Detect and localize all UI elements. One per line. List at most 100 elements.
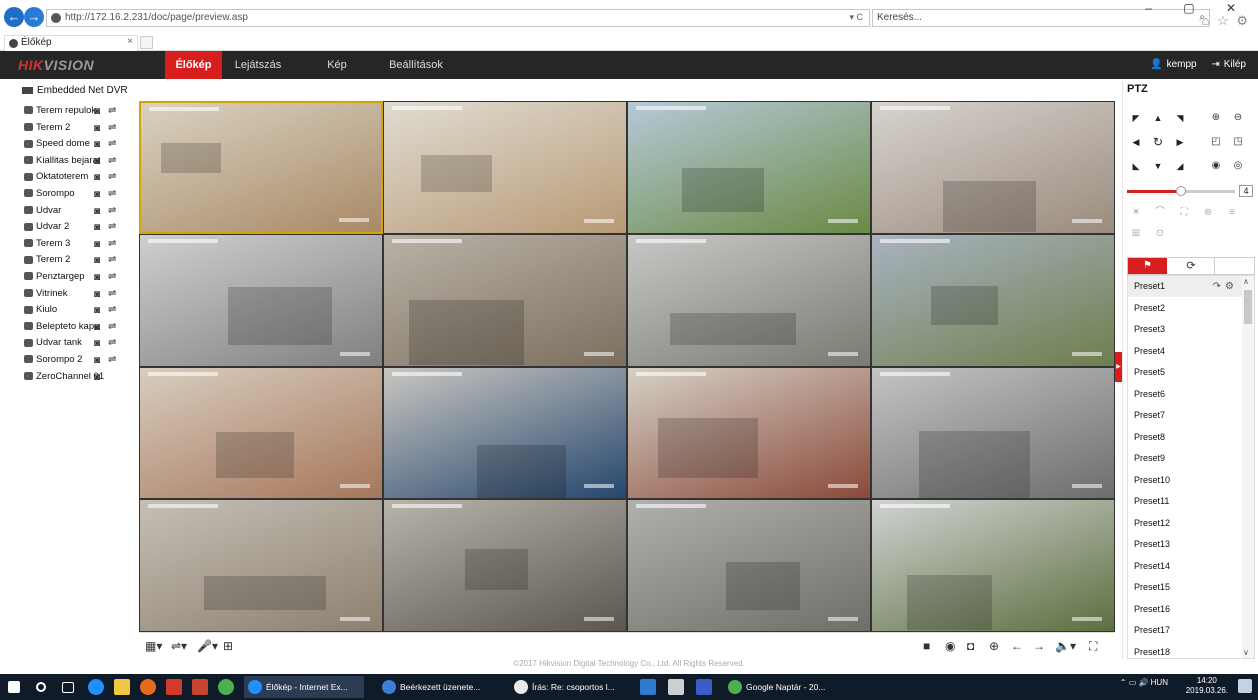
- preset-item[interactable]: Preset8: [1128, 427, 1242, 448]
- stop-all-icon[interactable]: ■: [923, 639, 930, 653]
- ptz-up-left-icon[interactable]: ◤: [1129, 111, 1143, 125]
- next-page-icon[interactable]: →: [1033, 639, 1045, 653]
- preset-item[interactable]: Preset13: [1128, 534, 1242, 555]
- video-tile[interactable]: [627, 366, 871, 500]
- camera-item[interactable]: Udvar tank ◙ ⇌: [24, 337, 116, 351]
- ptz-left-icon[interactable]: ◀: [1129, 135, 1143, 149]
- video-tile[interactable]: [383, 233, 627, 367]
- camera-item[interactable]: Terem repulok ◙ ⇌: [24, 105, 116, 119]
- ptz-speed-slider[interactable]: [1127, 186, 1235, 196]
- video-tile[interactable]: [627, 101, 871, 234]
- camera-item[interactable]: Udvar 2 ◙ ⇌: [24, 221, 116, 235]
- stream-icon[interactable]: ⇌: [108, 354, 116, 365]
- clock[interactable]: 14:20 2019.03.26.: [1186, 676, 1228, 696]
- menu-playback[interactable]: Lejátszás: [226, 51, 290, 79]
- app-icon-1[interactable]: [640, 679, 656, 695]
- preset-item[interactable]: Preset14: [1128, 556, 1242, 577]
- video-tile[interactable]: [627, 233, 871, 367]
- ptz-speed-handle[interactable]: [1176, 186, 1186, 196]
- record-icon[interactable]: ◙: [94, 355, 100, 366]
- tab-patrol-icon[interactable]: ⟳: [1168, 258, 1215, 274]
- refresh-icon[interactable]: ▾ C: [849, 12, 863, 23]
- stream-icon[interactable]: ⇌: [108, 205, 116, 216]
- preset-actions-icons[interactable]: ↷⚙: [1213, 276, 1238, 297]
- camera-item[interactable]: Penztargep ◙ ⇌: [24, 271, 116, 285]
- video-tile[interactable]: [871, 499, 1115, 632]
- menu-settings[interactable]: Beállítások: [380, 51, 452, 79]
- camera-item[interactable]: Vitrinek ◙ ⇌: [24, 288, 116, 302]
- record-icon[interactable]: ◙: [94, 272, 100, 283]
- stream-icon[interactable]: ⇌: [108, 238, 116, 249]
- camera-item[interactable]: Terem 2 ◙ ⇌: [24, 254, 116, 268]
- camera-item[interactable]: Kiulo ◙ ⇌: [24, 304, 116, 318]
- new-tab-button[interactable]: [140, 36, 153, 49]
- window-layout-icon[interactable]: ▦▾: [145, 639, 162, 653]
- record-icon[interactable]: ◙: [94, 172, 100, 183]
- explorer-icon[interactable]: [114, 679, 130, 695]
- previous-page-icon[interactable]: ←: [1011, 639, 1023, 653]
- fullscreen-icon[interactable]: ⛶: [1089, 639, 1097, 654]
- video-tile[interactable]: [383, 366, 627, 500]
- plugin-icon[interactable]: ⊞: [223, 639, 233, 653]
- preset-item[interactable]: Preset15: [1128, 577, 1242, 598]
- camera-item[interactable]: Speed dome ◙ ⇌: [24, 138, 116, 152]
- video-tile[interactable]: [383, 101, 627, 234]
- focus-far-icon[interactable]: ◳: [1231, 135, 1245, 149]
- video-tile[interactable]: [871, 233, 1115, 367]
- ptz-down-left-icon[interactable]: ◣: [1129, 159, 1143, 173]
- stream-icon[interactable]: ⇌: [108, 321, 116, 332]
- powerpoint-icon[interactable]: [192, 679, 208, 695]
- wiper-icon[interactable]: ⌒: [1151, 206, 1169, 220]
- address-bar[interactable]: http://172.16.2.231/doc/page/preview.asp…: [46, 9, 870, 27]
- menu-icon[interactable]: ≡: [1223, 206, 1241, 220]
- task-calendar[interactable]: Google Naptár - 20...: [724, 676, 844, 698]
- stream-type-icon[interactable]: ⇌▾: [171, 639, 187, 653]
- preset-item[interactable]: Preset10: [1128, 470, 1242, 491]
- zoom-icon[interactable]: ⊕: [989, 639, 999, 653]
- stream-icon[interactable]: ⇌: [108, 155, 116, 166]
- stream-icon[interactable]: ⇌: [108, 254, 116, 265]
- record-icon[interactable]: ◙: [94, 338, 100, 349]
- stream-icon[interactable]: ⇌: [108, 337, 116, 348]
- preset-item[interactable]: Preset3: [1128, 319, 1242, 340]
- record-icon[interactable]: ◙: [94, 289, 100, 300]
- zoom-in-icon[interactable]: ⊕: [1209, 111, 1223, 125]
- preset-item[interactable]: Preset4: [1128, 341, 1242, 362]
- stream-icon[interactable]: ⇌: [108, 171, 116, 182]
- zoom-out-icon[interactable]: ⊖: [1231, 111, 1245, 125]
- preset-item[interactable]: Preset7: [1128, 405, 1242, 426]
- firefox-icon[interactable]: [140, 679, 156, 695]
- record-icon[interactable]: ◙: [94, 222, 100, 233]
- notification-icon[interactable]: [1238, 679, 1252, 693]
- record-icon[interactable]: ◙: [94, 305, 100, 316]
- video-tile[interactable]: [383, 499, 627, 632]
- scroll-down-icon[interactable]: ∨: [1243, 648, 1249, 657]
- tab-close-icon[interactable]: ×: [127, 36, 133, 47]
- collapse-panel-icon[interactable]: ▶: [1115, 352, 1122, 382]
- preset-item[interactable]: Preset1 ↷⚙: [1128, 276, 1242, 297]
- light-icon[interactable]: ☀: [1127, 206, 1145, 220]
- record-icon[interactable]: ◙: [94, 106, 100, 117]
- ptz-auto-icon[interactable]: ↻: [1151, 135, 1165, 149]
- 3d-zoom-icon[interactable]: ⊞: [1127, 227, 1145, 241]
- back-button[interactable]: ←: [4, 7, 24, 27]
- system-tray[interactable]: ⌃ ▭ 🔊 HUN: [1120, 678, 1168, 687]
- ie-icon[interactable]: [88, 679, 104, 695]
- microphone-icon[interactable]: 🎤▾: [197, 639, 218, 653]
- preset-item[interactable]: Preset17: [1128, 620, 1242, 641]
- camera-item[interactable]: Kiallitas bejarat ◙ ⇌: [24, 155, 116, 169]
- camera-item[interactable]: Oktatoterem ◙ ⇌: [24, 171, 116, 185]
- stream-icon[interactable]: ⇌: [108, 105, 116, 116]
- ptz-down-right-icon[interactable]: ◢: [1173, 159, 1187, 173]
- stream-icon[interactable]: ⇌: [108, 271, 116, 282]
- camera-item[interactable]: Sorompo ◙ ⇌: [24, 188, 116, 202]
- focus-near-icon[interactable]: ◰: [1209, 135, 1223, 149]
- ptz-up-right-icon[interactable]: ◥: [1173, 111, 1187, 125]
- preset-item[interactable]: Preset12: [1128, 513, 1242, 534]
- search-taskbar-icon[interactable]: [36, 682, 46, 692]
- ptz-down-icon[interactable]: ▼: [1151, 159, 1165, 173]
- app-icon-2[interactable]: [696, 679, 712, 695]
- scroll-up-icon[interactable]: ∧: [1243, 277, 1249, 286]
- lens-init-icon[interactable]: ⊛: [1199, 206, 1217, 220]
- record-icon[interactable]: ◙: [94, 322, 100, 333]
